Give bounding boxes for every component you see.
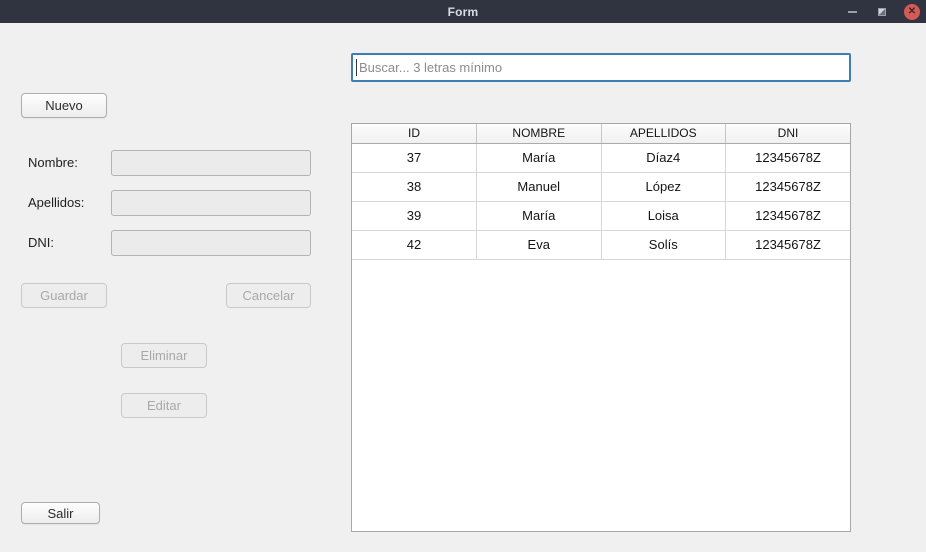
window-controls: ✕ xyxy=(844,0,920,23)
salir-button[interactable]: Salir xyxy=(21,502,100,524)
nombre-input xyxy=(111,150,311,176)
records-table-body: 37MaríaDíaz412345678Z38ManuelLópez123456… xyxy=(352,143,850,259)
column-header[interactable]: APELLIDOS xyxy=(601,124,726,143)
guardar-button: Guardar xyxy=(21,283,107,308)
table-cell[interactable]: Loisa xyxy=(601,201,726,230)
records-table[interactable]: IDNOMBREAPELLIDOSDNI 37MaríaDíaz41234567… xyxy=(351,123,851,532)
search-input[interactable] xyxy=(351,53,851,82)
table-cell[interactable]: 12345678Z xyxy=(726,230,851,259)
close-button[interactable]: ✕ xyxy=(904,4,920,20)
table-header-row: IDNOMBREAPELLIDOSDNI xyxy=(352,124,850,143)
table-cell[interactable]: 12345678Z xyxy=(726,201,851,230)
table-cell[interactable]: Manuel xyxy=(477,172,602,201)
table-cell[interactable]: 37 xyxy=(352,143,477,172)
dni-label: DNI: xyxy=(28,235,54,250)
table-cell[interactable]: 39 xyxy=(352,201,477,230)
close-icon: ✕ xyxy=(908,7,916,17)
apellidos-input xyxy=(111,190,311,216)
text-caret xyxy=(356,59,357,76)
window-title: Form xyxy=(448,5,479,19)
table-cell[interactable]: Díaz4 xyxy=(601,143,726,172)
table-cell[interactable]: 12345678Z xyxy=(726,172,851,201)
eliminar-button: Eliminar xyxy=(121,343,207,368)
nombre-label: Nombre: xyxy=(28,155,78,170)
table-row[interactable]: 42EvaSolís12345678Z xyxy=(352,230,850,259)
table-cell[interactable]: María xyxy=(477,143,602,172)
minimize-icon xyxy=(848,11,857,13)
minimize-button[interactable] xyxy=(844,4,860,20)
table-cell[interactable]: 42 xyxy=(352,230,477,259)
table-cell[interactable]: Eva xyxy=(477,230,602,259)
table-cell[interactable]: 12345678Z xyxy=(726,143,851,172)
column-header[interactable]: ID xyxy=(352,124,477,143)
titlebar: Form ✕ xyxy=(0,0,926,23)
table-row[interactable]: 38ManuelLópez12345678Z xyxy=(352,172,850,201)
table-cell[interactable]: Solís xyxy=(601,230,726,259)
restore-button[interactable] xyxy=(874,4,890,20)
restore-icon xyxy=(878,8,886,16)
nuevo-button[interactable]: Nuevo xyxy=(21,93,107,118)
editar-button: Editar xyxy=(121,393,207,418)
column-header[interactable]: DNI xyxy=(726,124,851,143)
cancelar-button: Cancelar xyxy=(226,283,311,308)
column-header[interactable]: NOMBRE xyxy=(477,124,602,143)
table-row[interactable]: 37MaríaDíaz412345678Z xyxy=(352,143,850,172)
table-cell[interactable]: María xyxy=(477,201,602,230)
table-row[interactable]: 39MaríaLoisa12345678Z xyxy=(352,201,850,230)
table-cell[interactable]: 38 xyxy=(352,172,477,201)
dni-input xyxy=(111,230,311,256)
apellidos-label: Apellidos: xyxy=(28,195,84,210)
table-cell[interactable]: López xyxy=(601,172,726,201)
search-container xyxy=(351,53,851,82)
